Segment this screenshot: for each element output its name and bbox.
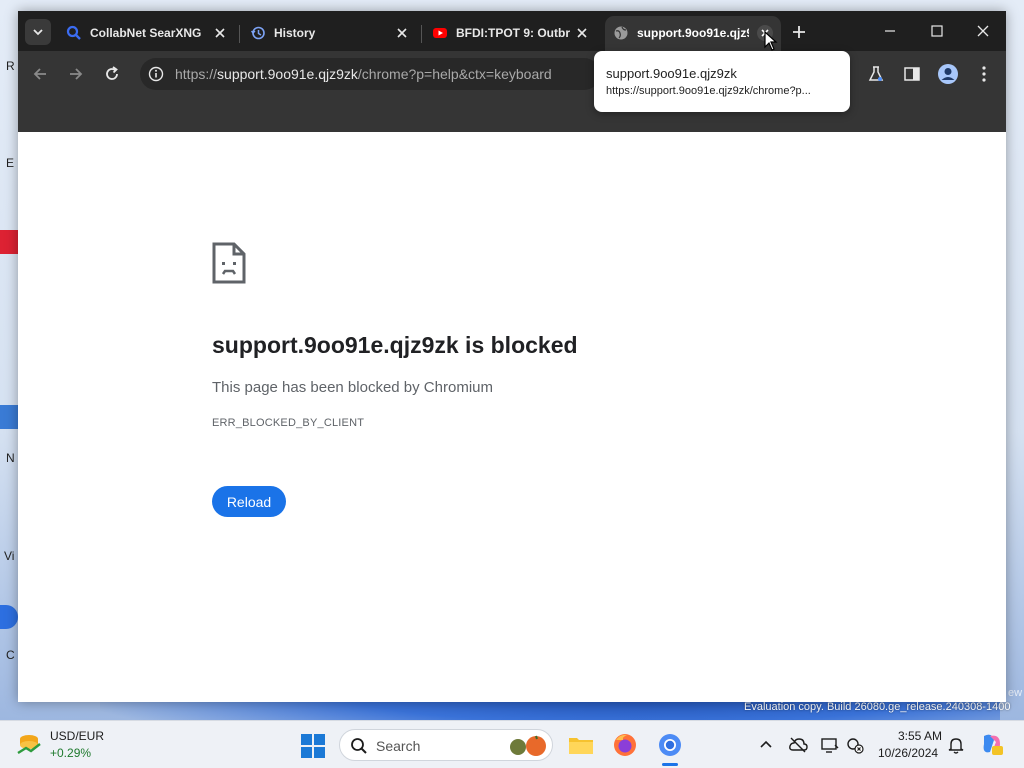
clock-date[interactable]: 10/26/2024 bbox=[878, 746, 938, 760]
browser-window: CollabNet SearXNG History BFDI:TPOT 9: O… bbox=[18, 11, 1006, 702]
widget-ticker[interactable]: USD/EUR bbox=[50, 729, 104, 743]
desktop-icon[interactable] bbox=[0, 405, 18, 429]
cloud-offline-icon[interactable] bbox=[788, 735, 808, 755]
maximize-icon[interactable] bbox=[927, 21, 947, 41]
display-icon[interactable] bbox=[820, 735, 840, 755]
window-close-icon[interactable] bbox=[973, 21, 993, 41]
search-highlight-icon bbox=[510, 735, 546, 756]
profile-avatar-icon[interactable] bbox=[937, 63, 959, 85]
youtube-icon bbox=[433, 28, 447, 38]
tab-support-blocked[interactable]: support.9oo91e.qjz9 bbox=[605, 16, 781, 51]
browser-toolbar: https://support.9oo91e.qjz9zk/chrome?p=h… bbox=[18, 51, 1006, 132]
windows-start-icon[interactable] bbox=[300, 733, 326, 759]
tab-collabnet-searxng[interactable]: CollabNet SearXNG bbox=[58, 16, 238, 51]
copilot-icon[interactable] bbox=[980, 732, 1004, 756]
taskbar-search[interactable]: Search bbox=[339, 729, 553, 761]
desktop-icon-label: N bbox=[6, 451, 15, 465]
search-label: Search bbox=[376, 738, 421, 754]
watermark-fragment: ew bbox=[1008, 687, 1023, 699]
address-bar[interactable]: https://support.9oo91e.qjz9zk/chrome?p=h… bbox=[140, 58, 600, 90]
error-title: support.9oo91e.qjz9zk is blocked bbox=[212, 332, 578, 358]
tooltip-url: https://support.9oo91e.qjz9zk/chrome?p..… bbox=[606, 85, 811, 97]
close-icon[interactable] bbox=[394, 25, 410, 41]
minimize-icon[interactable] bbox=[880, 21, 900, 41]
chromium-icon[interactable] bbox=[656, 731, 684, 759]
search-icon bbox=[66, 25, 81, 40]
reload-button[interactable]: Reload bbox=[212, 486, 286, 517]
tab-strip: CollabNet SearXNG History BFDI:TPOT 9: O… bbox=[18, 11, 1006, 51]
desktop-icon[interactable] bbox=[0, 230, 18, 254]
tab-search-button[interactable] bbox=[25, 19, 51, 45]
firefox-icon[interactable] bbox=[611, 731, 639, 759]
tab-separator bbox=[421, 25, 422, 43]
tab-separator bbox=[239, 25, 240, 43]
currency-widget-icon[interactable] bbox=[16, 733, 42, 757]
desktop-icon[interactable] bbox=[0, 605, 18, 629]
tab-hover-tooltip: support.9oo91e.qjz9zk https://support.9o… bbox=[594, 51, 850, 112]
side-panel-icon[interactable] bbox=[902, 64, 922, 84]
evaluation-watermark: Evaluation copy. Build 26080.ge_release.… bbox=[744, 701, 1011, 713]
search-icon bbox=[351, 738, 367, 754]
taskbar: USD/EUR +0.29% Search 3:55 AM 10/26/2024 bbox=[0, 720, 1024, 768]
back-arrow-icon[interactable] bbox=[30, 64, 50, 84]
tab-bfdi-tpot[interactable]: BFDI:TPOT 9: Outbre bbox=[424, 16, 600, 51]
sad-page-icon bbox=[212, 242, 246, 284]
url-path: /chrome?p=help&ctx=keyboard bbox=[357, 66, 552, 82]
error-code: ERR_BLOCKED_BY_CLIENT bbox=[212, 417, 365, 429]
active-app-indicator bbox=[662, 763, 678, 766]
history-icon bbox=[250, 26, 265, 40]
tab-title: History bbox=[274, 26, 316, 40]
site-info-icon[interactable] bbox=[148, 66, 164, 82]
chevron-down-icon bbox=[33, 29, 43, 36]
desktop-icon-label: R bbox=[6, 59, 15, 73]
desktop-icon-label: C bbox=[6, 648, 15, 662]
mouse-cursor-icon bbox=[764, 31, 778, 51]
tab-title: support.9oo91e.qjz9 bbox=[637, 26, 749, 40]
close-icon[interactable] bbox=[574, 25, 590, 41]
url-text[interactable]: https://support.9oo91e.qjz9zk/chrome?p=h… bbox=[175, 66, 552, 82]
network-disconnected-icon[interactable] bbox=[845, 735, 865, 755]
labs-flask-icon[interactable] bbox=[866, 64, 886, 84]
widget-change[interactable]: +0.29% bbox=[50, 746, 91, 760]
url-host: support.9oo91e.qjz9zk bbox=[217, 66, 358, 82]
page-content: support.9oo91e.qjz9zk is blocked This pa… bbox=[18, 132, 1006, 702]
url-scheme: https:// bbox=[175, 66, 218, 82]
close-icon[interactable] bbox=[212, 25, 228, 41]
error-description: This page has been blocked by Chromium bbox=[212, 379, 493, 396]
tab-title: BFDI:TPOT 9: Outbre bbox=[456, 26, 570, 40]
forward-arrow-icon[interactable] bbox=[66, 64, 86, 84]
notification-bell-icon[interactable] bbox=[946, 735, 966, 755]
file-explorer-icon[interactable] bbox=[567, 731, 595, 759]
clock-time[interactable]: 3:55 AM bbox=[896, 729, 942, 743]
globe-icon bbox=[614, 26, 628, 40]
chevron-up-icon[interactable] bbox=[756, 735, 776, 755]
desktop-icon-label: E bbox=[6, 156, 15, 170]
tooltip-title: support.9oo91e.qjz9zk bbox=[606, 66, 737, 81]
tab-history[interactable]: History bbox=[242, 16, 422, 51]
reload-icon[interactable] bbox=[102, 64, 122, 84]
desktop-icon-label: Vi bbox=[4, 549, 15, 563]
new-tab-icon[interactable] bbox=[790, 23, 808, 41]
more-menu-icon[interactable] bbox=[974, 64, 994, 84]
tab-title: CollabNet SearXNG bbox=[90, 26, 202, 40]
